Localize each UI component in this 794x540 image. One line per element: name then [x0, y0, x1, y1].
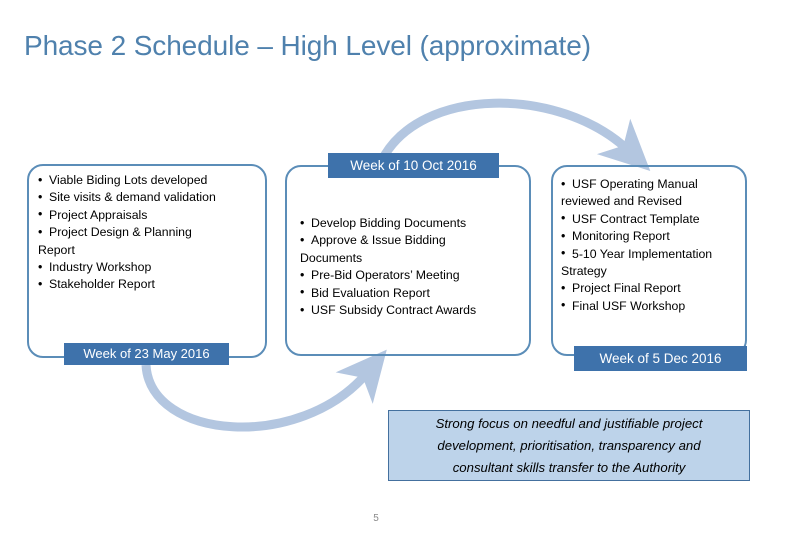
- bullet-text: Project Design & Planning: [49, 225, 192, 240]
- bullet-text: Approve & Issue Bidding: [311, 233, 446, 248]
- list-item: USF Operating Manual reviewed and Revise…: [561, 176, 751, 211]
- list-item: USF Subsidy Contract Awards: [300, 302, 532, 320]
- phase-1-bullet-list: Viable Biding Lots developed Site visits…: [38, 171, 266, 294]
- bullet-text: Pre-Bid Operators’ Meeting: [311, 268, 460, 283]
- list-item: Industry Workshop: [38, 259, 266, 277]
- list-item: Pre-Bid Operators’ Meeting: [300, 267, 532, 285]
- callout-line-1: Strong focus on needful and justifiable …: [435, 416, 703, 431]
- phase-3-date-badge: Week of 5 Dec 2016: [574, 346, 747, 371]
- phase-1-date-badge: Week of 23 May 2016: [64, 343, 229, 365]
- phase-2-bullet-list: Develop Bidding Documents Approve & Issu…: [300, 214, 532, 320]
- bullet-text: Stakeholder Report: [49, 277, 155, 292]
- list-item: Viable Biding Lots developed: [38, 171, 266, 189]
- list-item: Project Final Report: [561, 280, 751, 298]
- bullet-text-continuation: reviewed and Revised: [561, 194, 682, 209]
- bullet-text: Project Appraisals: [49, 207, 148, 222]
- bullet-text: Viable Biding Lots developed: [49, 173, 208, 187]
- list-item: 5-10 Year Implementation Strategy: [561, 245, 751, 281]
- bullet-text: 5-10 Year Implementation: [572, 246, 713, 261]
- page-title: Phase 2 Schedule – High Level (approxima…: [24, 30, 591, 61]
- slide-canvas: Phase 2 Schedule – High Level (approxima…: [0, 0, 794, 540]
- bullet-text-continuation: Report: [38, 242, 75, 257]
- bullet-text: Industry Workshop: [49, 260, 152, 275]
- list-item: Approve & Issue Bidding Documents: [300, 232, 532, 267]
- arrow-phase1-to-phase2: [141, 349, 387, 432]
- bullet-text: USF Contract Template: [572, 211, 700, 226]
- bullet-text-continuation: Documents: [300, 250, 363, 265]
- phase-2-date-badge: Week of 10 Oct 2016: [328, 153, 499, 178]
- bullet-text: USF Subsidy Contract Awards: [311, 303, 477, 318]
- list-item: Project Appraisals: [38, 206, 266, 224]
- arrow-phase2-to-phase3: [378, 98, 651, 171]
- bullet-text: Develop Bidding Documents: [311, 216, 467, 230]
- bullet-text: USF Operating Manual: [572, 177, 698, 191]
- list-item: Project Design & Planning Report: [38, 224, 266, 259]
- list-item: Develop Bidding Documents: [300, 214, 532, 232]
- callout-line-3: consultant skills transfer to the Author…: [452, 460, 686, 475]
- page-number: 5: [373, 513, 379, 524]
- phase-3-bullet-list: USF Operating Manual reviewed and Revise…: [561, 176, 751, 316]
- list-item: Bid Evaluation Report: [300, 284, 532, 302]
- bullet-text: Site visits & demand validation: [49, 190, 216, 205]
- bullet-text: Bid Evaluation Report: [311, 285, 430, 300]
- summary-callout: Strong focus on needful and justifiable …: [388, 410, 750, 481]
- list-item: Site visits & demand validation: [38, 189, 266, 207]
- bullet-text: Project Final Report: [572, 281, 681, 296]
- list-item: USF Contract Template: [561, 210, 751, 228]
- list-item: Stakeholder Report: [38, 276, 266, 294]
- list-item: Monitoring Report: [561, 228, 751, 246]
- bullet-text: Final USF Workshop: [572, 298, 686, 313]
- bullet-text-continuation: Strategy: [561, 264, 607, 279]
- bullet-text: Monitoring Report: [572, 229, 670, 244]
- list-item: Final USF Workshop: [561, 297, 751, 315]
- callout-line-2: development, prioritisation, transparenc…: [437, 438, 701, 453]
